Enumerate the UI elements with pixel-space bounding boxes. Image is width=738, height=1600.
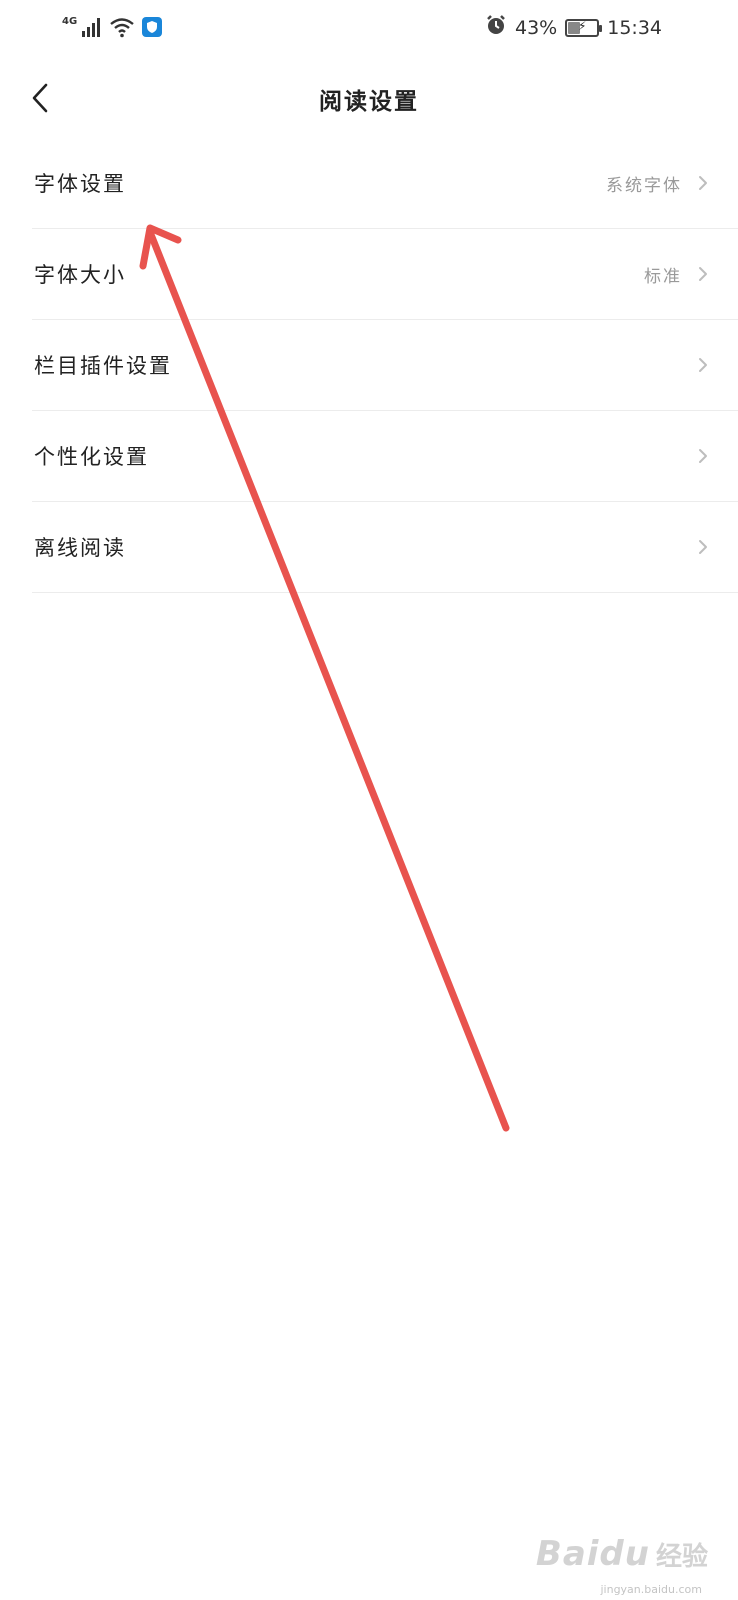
setting-right: 标准 [644, 262, 710, 287]
setting-label: 栏目插件设置 [34, 354, 172, 378]
setting-right [696, 446, 710, 466]
watermark-url: jingyan.baidu.com [600, 1583, 702, 1596]
chevron-right-icon [696, 264, 710, 284]
status-bar: 4G 43% ⚡ 15:34 [0, 0, 738, 56]
header: 阅读设置 [0, 60, 738, 136]
wifi-icon [109, 16, 135, 42]
setting-label: 字体大小 [34, 263, 126, 287]
status-right: 43% ⚡ 15:34 [485, 14, 662, 41]
setting-value: 系统字体 [606, 175, 682, 196]
baidu-watermark: Baidu 经验 [536, 1534, 708, 1574]
setting-label: 离线阅读 [34, 536, 126, 560]
setting-right [696, 355, 710, 375]
clock: 15:34 [607, 16, 662, 39]
charging-bolt-icon: ⚡ [578, 18, 587, 33]
setting-right: 系统字体 [606, 171, 710, 196]
page-title: 阅读设置 [319, 89, 419, 115]
setting-font-size[interactable]: 字体大小 标准 [32, 229, 738, 320]
shield-app-icon [141, 16, 163, 42]
setting-right [696, 537, 710, 557]
setting-column-plugins[interactable]: 栏目插件设置 [32, 320, 738, 411]
chevron-right-icon [696, 446, 710, 466]
chevron-right-icon [696, 355, 710, 375]
alarm-icon [485, 14, 507, 41]
setting-offline-reading[interactable]: 离线阅读 [32, 502, 738, 593]
battery-percent: 43% [515, 16, 558, 39]
setting-label: 字体设置 [34, 172, 126, 196]
status-left: 4G [62, 16, 163, 42]
setting-value: 标准 [644, 266, 682, 287]
watermark-brand: Baidu [535, 1534, 650, 1574]
chevron-right-icon [696, 173, 710, 193]
settings-list: 字体设置 系统字体 字体大小 标准 栏目插件设置 个性化设置 离线阅读 [32, 138, 738, 593]
chevron-right-icon [696, 537, 710, 557]
signal-icon [81, 16, 103, 42]
watermark-text: 经验 [655, 1541, 708, 1572]
setting-personalization[interactable]: 个性化设置 [32, 411, 738, 502]
setting-font-type[interactable]: 字体设置 系统字体 [32, 138, 738, 229]
setting-label: 个性化设置 [34, 445, 149, 469]
battery-icon: ⚡ [565, 18, 603, 37]
network-type: 4G [62, 16, 78, 27]
